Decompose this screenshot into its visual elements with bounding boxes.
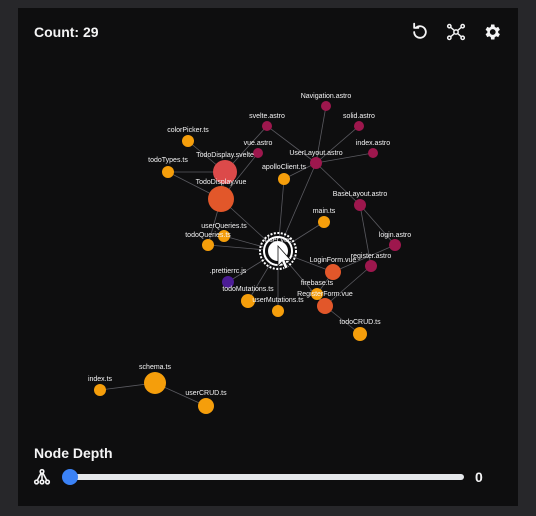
graph-node-label: main.ts [313,208,336,215]
graph-node-label: index.astro [356,140,390,147]
graph-node[interactable] [162,166,174,178]
tree-depth-icon [33,468,51,485]
graph-edge [359,204,396,246]
graph-node[interactable] [94,384,106,396]
dependency-graph[interactable]: Navigation.astro solid.astro svelte.astro i… [0,0,536,516]
graph-node[interactable] [389,239,401,251]
graph-node[interactable] [208,186,234,212]
graph-node[interactable] [144,372,166,394]
graph-node-label: svelte.astro [249,113,285,120]
node-depth-value: 0 [475,469,483,485]
graph-node[interactable] [353,327,367,341]
graph-node-label: colorPicker.ts [167,127,209,134]
graph-edge [315,162,361,206]
graph-node[interactable] [354,121,364,131]
graph-node[interactable] [262,121,272,131]
graph-node-label: User.vue [264,237,292,244]
graph-node-label: firebase.ts [301,280,334,287]
graph-node-label: userMutations.ts [252,297,304,304]
graph-node[interactable] [368,148,378,158]
graph-node[interactable] [310,157,322,169]
graph-node-label: userCRUD.ts [185,390,227,397]
graph-node-label: todoMutations.ts [222,286,274,293]
graph-node-label: apolloClient.ts [262,164,306,171]
graph-node-label: todoTypes.ts [148,157,188,164]
graph-node-label: index.ts [88,376,113,383]
graph-edge [315,125,360,164]
graph-node-label: solid.astro [343,113,375,120]
graph-node-label: todoQueries.ts [185,232,231,239]
graph-node-label: RegisterForm.vue [297,291,353,298]
graph-node[interactable] [317,298,333,314]
graph-node[interactable] [321,101,331,111]
graph-node-label: BaseLayout.astro [333,191,388,198]
graph-node[interactable] [325,264,341,280]
graph-node-label: UserLayout.astro [289,150,342,157]
graph-node-label: vue.astro [244,140,273,147]
graph-node-label: schema.ts [139,364,171,371]
graph-node[interactable] [318,216,330,228]
graph-node[interactable] [198,398,214,414]
graph-node-label: TodoDisplay.vue [196,179,247,186]
graph-node-label: .prettierrc.js [210,268,247,275]
node-depth-slider[interactable] [62,469,464,485]
graph-node-label: todoCRUD.ts [339,319,381,326]
graph-node[interactable] [365,260,377,272]
graph-node[interactable] [253,148,263,158]
graph-node[interactable] [272,305,284,317]
node-depth-slider-thumb[interactable] [62,469,78,485]
graph-node-label: register.astro [351,253,392,260]
graph-node[interactable] [354,199,366,211]
graph-node[interactable] [182,135,194,147]
graph-node-label: login.astro [379,232,411,239]
graph-node-label: userQueries.ts [201,223,247,230]
graph-node[interactable] [278,173,290,185]
graph-node-label: LoginForm.vue [310,257,357,264]
graph-node-label: TodoDisplay.svelte [196,152,254,159]
graph-node[interactable] [202,239,214,251]
node-depth-title: Node Depth [34,445,113,461]
graph-edge [266,125,317,164]
graph-node-label: Navigation.astro [301,93,352,100]
